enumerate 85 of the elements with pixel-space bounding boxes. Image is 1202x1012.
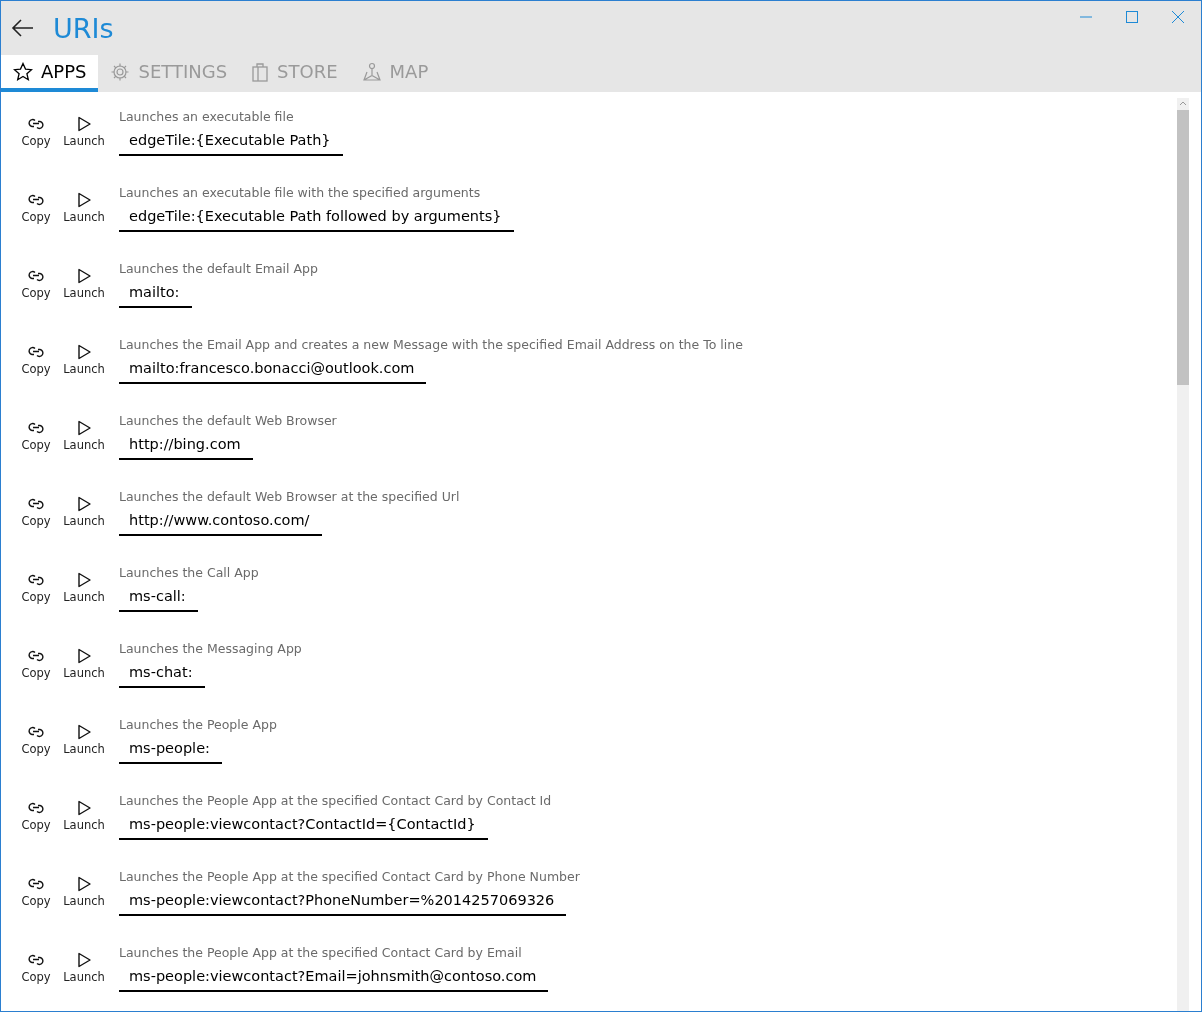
- play-icon: [76, 344, 92, 360]
- play-icon: [76, 952, 92, 968]
- copy-button[interactable]: Copy: [13, 412, 59, 472]
- play-icon: [76, 724, 92, 740]
- link-icon: [26, 192, 46, 208]
- window-title: URIs: [53, 14, 114, 42]
- launch-button[interactable]: Launch: [61, 716, 107, 776]
- play-icon: [76, 496, 92, 512]
- map-pin-icon: [361, 61, 382, 82]
- launch-button[interactable]: Launch: [61, 108, 107, 168]
- launch-button[interactable]: Launch: [61, 944, 107, 1004]
- minimize-icon: [1080, 16, 1092, 18]
- copy-button[interactable]: Copy: [13, 868, 59, 928]
- play-icon: [76, 192, 92, 208]
- scrollbar[interactable]: [1177, 98, 1189, 1011]
- uri-field[interactable]: ms-people:viewcontact?Email=johnsmith@contoso.com: [119, 962, 549, 992]
- copy-button[interactable]: Copy: [13, 184, 59, 244]
- description: Launches the Messaging App: [119, 640, 302, 658]
- link-icon: [26, 420, 46, 436]
- link-icon: [26, 800, 46, 816]
- copy-button[interactable]: Copy: [13, 944, 59, 1004]
- copy-button[interactable]: Copy: [13, 336, 59, 396]
- link-icon: [26, 496, 46, 512]
- link-icon: [26, 344, 46, 360]
- description: Launches the default Email App: [119, 260, 318, 278]
- play-icon: [76, 800, 92, 816]
- link-icon: [26, 572, 46, 588]
- description: Launches the Email App and creates a new Message with the specified Email Address on the To line: [119, 336, 743, 354]
- launch-button[interactable]: Launch: [61, 564, 107, 624]
- uri-field[interactable]: ms-chat:: [119, 658, 205, 688]
- scroll-up-icon[interactable]: [1179, 101, 1187, 106]
- bag-icon: [251, 61, 270, 82]
- uri-field[interactable]: edgeTile:{Executable Path}: [119, 126, 343, 156]
- link-icon: [26, 648, 46, 664]
- description: Launches the People App: [119, 716, 277, 734]
- play-icon: [76, 648, 92, 664]
- description: Launches the default Web Browser: [119, 412, 337, 430]
- uri-field[interactable]: http://bing.com: [119, 430, 253, 460]
- description: Launches the People App at the specified Contact Card by Contact Id: [119, 792, 552, 810]
- copy-button[interactable]: Copy: [13, 716, 59, 776]
- description: Launches the Call App: [119, 564, 259, 582]
- play-icon: [76, 420, 92, 436]
- launch-button[interactable]: Launch: [61, 260, 107, 320]
- scroll-thumb[interactable]: [1177, 110, 1189, 385]
- link-icon: [26, 268, 46, 284]
- uri-field[interactable]: ms-people:viewcontact?ContactId={ContactId}: [119, 810, 488, 840]
- launch-button[interactable]: Launch: [61, 488, 107, 548]
- close-icon: [1172, 11, 1184, 23]
- launch-button[interactable]: Launch: [61, 868, 107, 928]
- maximize-icon: [1126, 11, 1138, 23]
- uri-field[interactable]: ms-call:: [119, 582, 198, 612]
- link-icon: [26, 116, 46, 132]
- description: Launches an executable file with the specified arguments: [119, 184, 482, 202]
- play-icon: [76, 572, 92, 588]
- uri-field[interactable]: ms-people:: [119, 734, 222, 764]
- link-icon: [26, 876, 46, 892]
- description: Launches an executable file: [119, 108, 295, 126]
- launch-button[interactable]: Launch: [61, 336, 107, 396]
- uri-field[interactable]: ms-people:viewcontact?PhoneNumber=%2014257069326: [119, 886, 567, 916]
- uri-field[interactable]: mailto:francesco.bonacci@outlook.com: [119, 354, 427, 384]
- link-icon: [26, 724, 46, 740]
- star-icon: [13, 61, 33, 82]
- back-arrow-icon: [11, 19, 35, 37]
- gear-icon: [110, 61, 131, 82]
- uri-field[interactable]: edgeTile:{Executable Path followed by arguments}: [119, 202, 514, 232]
- copy-button[interactable]: Copy: [13, 792, 59, 852]
- launch-button[interactable]: Launch: [61, 792, 107, 852]
- copy-button[interactable]: Copy: [13, 108, 59, 168]
- copy-button[interactable]: Copy: [13, 640, 59, 700]
- description: Launches the People App at the specified Contact Card by Phone Number: [119, 868, 580, 886]
- launch-button[interactable]: Launch: [61, 412, 107, 472]
- link-icon: [26, 952, 46, 968]
- copy-button[interactable]: Copy: [13, 488, 59, 548]
- description: Launches the default Web Browser at the specified Url: [119, 488, 460, 506]
- launch-button[interactable]: Launch: [61, 640, 107, 700]
- copy-button[interactable]: Copy: [13, 564, 59, 624]
- play-icon: [76, 876, 92, 892]
- uri-field[interactable]: mailto:: [119, 278, 192, 308]
- uri-field[interactable]: http://www.contoso.com/: [119, 506, 322, 536]
- tab[interactable]: APPS: [1, 55, 99, 92]
- copy-button[interactable]: Copy: [13, 260, 59, 320]
- play-icon: [76, 116, 92, 132]
- launch-button[interactable]: Launch: [61, 184, 107, 244]
- play-icon: [76, 268, 92, 284]
- description: Launches the People App at the specified Contact Card by Email: [119, 944, 523, 962]
